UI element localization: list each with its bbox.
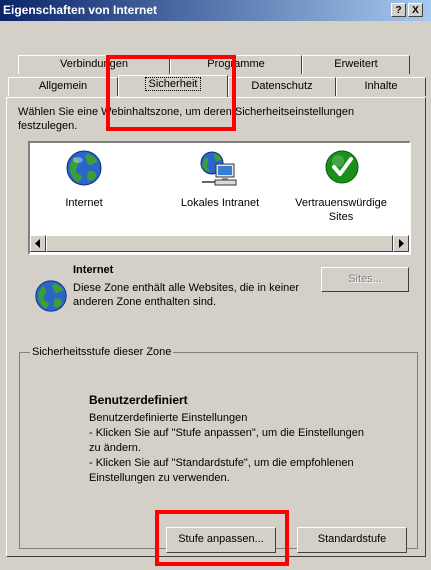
security-level-group-label: Sicherheitsstufe dieser Zone xyxy=(30,346,174,358)
security-level-line: - Klicken Sie auf "Stufe anpassen", um d… xyxy=(89,427,365,439)
security-level-title: Benutzerdefiniert xyxy=(89,393,188,407)
window-title: Eigenschaften von Internet xyxy=(3,3,158,17)
arrow-right-icon xyxy=(399,239,404,248)
security-level-line: zu ändern. xyxy=(89,442,141,454)
zone-vertrauenswuerdige-sites[interactable]: Vertrauenswürdige Sites xyxy=(286,147,396,227)
highlight-box-custom-level-button xyxy=(155,510,289,566)
internet-options-dialog: Eigenschaften von Internet ? X Verbindun… xyxy=(0,0,431,570)
tab-erweitert[interactable]: Erweitert xyxy=(302,55,410,74)
default-level-button[interactable]: Standardstufe xyxy=(297,527,407,553)
tab-inhalte[interactable]: Inhalte xyxy=(336,77,426,96)
zone-list-scrollbar[interactable] xyxy=(30,235,409,252)
scroll-right-button[interactable] xyxy=(393,235,409,252)
instruction-text-line2: festzulegen. xyxy=(18,120,78,132)
highlight-box-security-tab xyxy=(106,55,236,131)
security-level-line: Benutzerdefinierte Einstellungen xyxy=(89,412,248,424)
selected-zone-description-line2: anderen Zone enthalten sind. xyxy=(73,296,217,308)
scroll-left-button[interactable] xyxy=(30,235,46,252)
selected-zone-name: Internet xyxy=(73,264,114,276)
tab-datenschutz[interactable]: Datenschutz xyxy=(228,77,336,96)
sites-button[interactable]: Sites... xyxy=(321,267,409,292)
zone-vertrauenswuerdige-sites-label-line1: Vertrauenswürdige xyxy=(295,197,387,209)
security-level-line: - Klicken Sie auf "Standardstufe", um di… xyxy=(89,457,354,469)
tab-allgemein[interactable]: Allgemein xyxy=(8,77,118,96)
zone-lokales-intranet[interactable]: Lokales Intranet xyxy=(170,147,270,227)
close-button[interactable]: X xyxy=(408,3,423,17)
zone-lokales-intranet-label: Lokales Intranet xyxy=(180,197,260,209)
help-button[interactable]: ? xyxy=(391,3,406,17)
selected-zone-description-line1: Diese Zone enthält alle Websites, die in… xyxy=(73,282,300,294)
zone-vertrauenswuerdige-sites-label-line2: Sites xyxy=(328,211,354,223)
title-bar[interactable]: Eigenschaften von Internet ? X xyxy=(0,0,431,21)
zone-internet-label: Internet xyxy=(65,197,103,209)
scroll-thumb[interactable] xyxy=(46,235,393,252)
security-level-line: Einstellungen zu verwenden. xyxy=(89,472,230,484)
arrow-left-icon xyxy=(35,239,40,248)
globe-icon xyxy=(35,280,67,312)
globe-icon xyxy=(66,150,102,186)
checkmark-icon xyxy=(325,150,359,184)
zone-internet[interactable]: Internet xyxy=(48,147,120,227)
computer-network-icon xyxy=(200,151,237,186)
